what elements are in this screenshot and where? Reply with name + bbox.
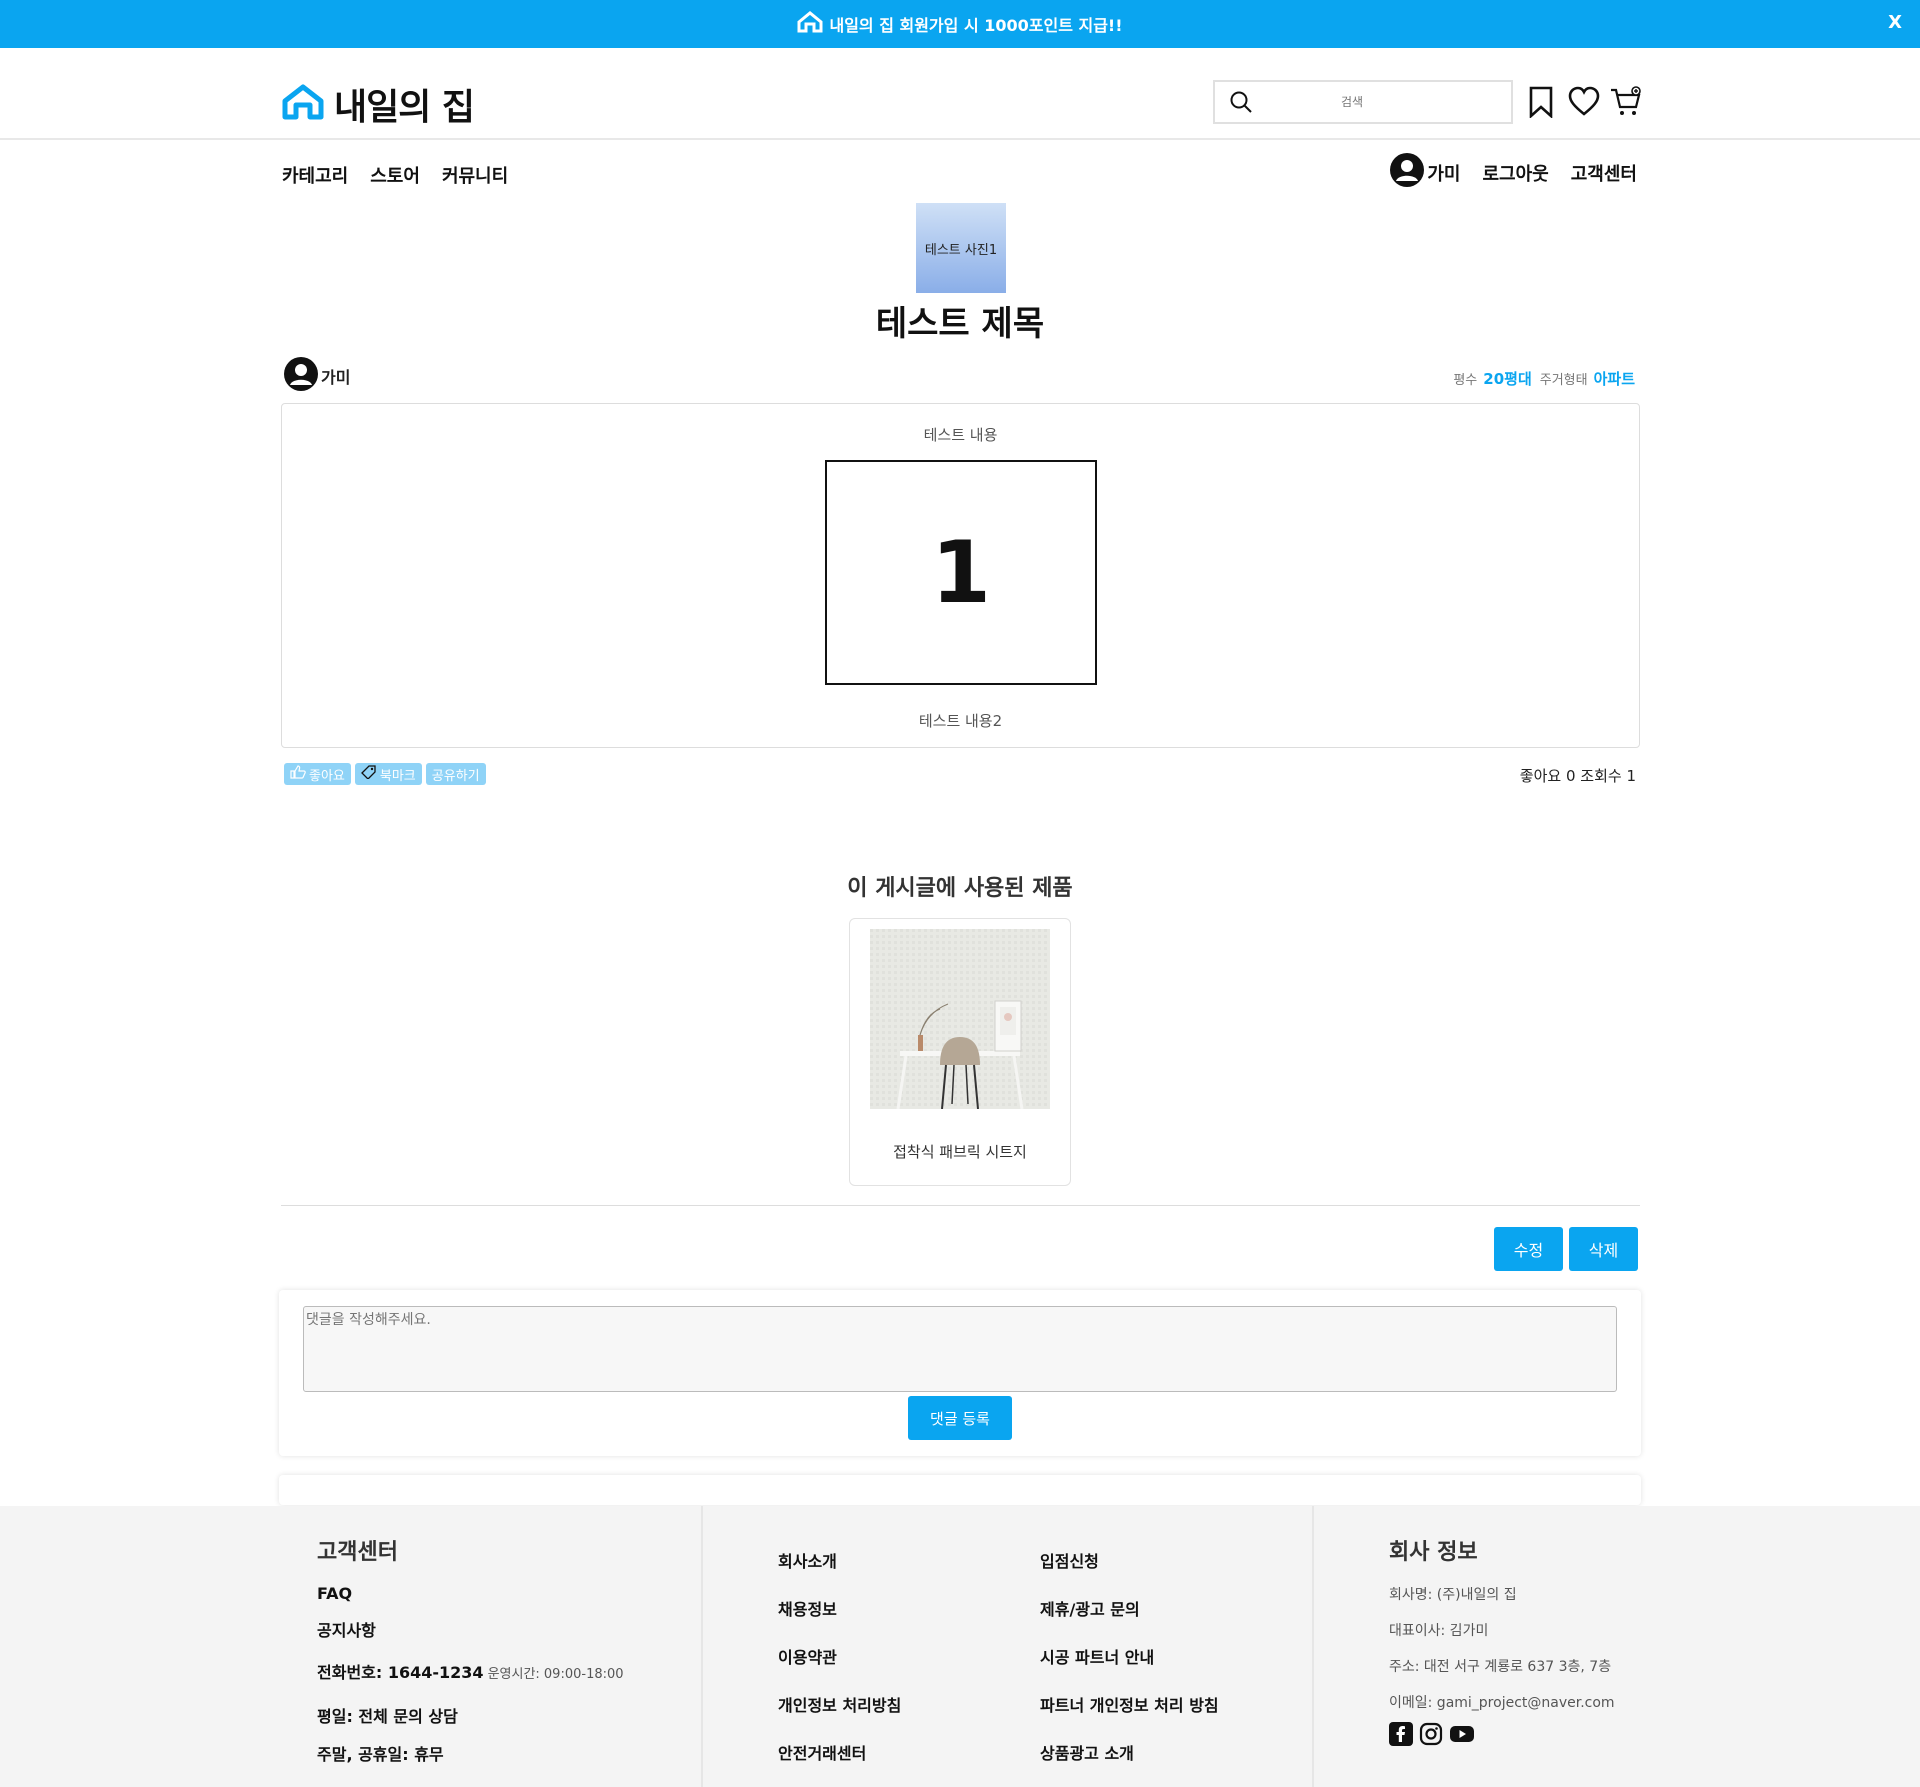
user-nav: 가미 로그아웃 고객센터 [1389,152,1637,193]
footer-phone-number: 전화번호: 1644-1234 [317,1663,484,1682]
footer-hours: 운영시간: 09:00-18:00 [487,1667,624,1682]
footer-link-ads[interactable]: 상품광고 소개 [1040,1740,1240,1764]
nav-category[interactable]: 카테고리 [282,162,348,188]
footer-company-info: 회사 정보 회사명: (주)내일의 집 대표이사: 김가미 주소: 대전 서구 … [1389,1534,1615,1746]
search-icon [1229,90,1253,114]
footer-support: 고객센터 FAQ 공지사항 전화번호: 1644-1234 운영시간: 09:00… [317,1534,624,1779]
post-content: 테스트 내용 1 테스트 내용2 [281,403,1640,748]
footer-weekend: 주말, 공휴일: 휴무 [317,1745,444,1764]
instagram-icon[interactable] [1419,1722,1443,1746]
search-input[interactable] [1253,82,1511,122]
product-card[interactable]: 접착식 패브릭 시트지 [849,918,1071,1186]
logo-text: 내일의 집 [334,87,475,128]
promo-banner-content: 내일의 집 회원가입 시 1000포인트 지급!! [797,11,1123,37]
facebook-icon[interactable] [1389,1722,1413,1746]
post-content-image-text: 1 [931,522,991,623]
post-cover-label: 테스트 사진1 [924,242,998,258]
bookmark-button[interactable]: 북마크 [354,763,422,785]
tag-icon [360,765,377,783]
site-footer: 고객센터 FAQ 공지사항 전화번호: 1644-1234 운영시간: 09:00… [0,1506,1920,1787]
footer-link-partnership[interactable]: 제휴/광고 문의 [1040,1596,1240,1620]
post-owner-buttons: 수정 삭제 [1494,1227,1638,1271]
share-label: 공유하기 [431,768,480,784]
footer-divider [701,1506,703,1787]
comment-form: 댓글 등록 [279,1290,1641,1456]
footer-email: 이메일: gami_project@naver.com [1389,1695,1615,1711]
cart-icon[interactable] [1610,86,1641,118]
youtube-icon[interactable] [1449,1722,1474,1746]
nav-support[interactable]: 고객센터 [1571,160,1637,186]
share-button[interactable]: 공유하기 [425,763,486,785]
nav-logout[interactable]: 로그아웃 [1483,160,1549,186]
housing-value: 아파트 [1593,370,1635,388]
footer-link-about[interactable]: 회사소개 [778,1548,1040,1572]
main-nav: 카테고리 스토어 커뮤니티 [282,162,508,188]
footer-phone: 전화번호: 1644-1234 운영시간: 09:00-18:00 [317,1659,624,1683]
search-bar[interactable] [1213,80,1513,124]
footer-link-safe-trade[interactable]: 안전거래센터 [778,1740,1040,1764]
footer-divider [1312,1506,1314,1787]
area-label: 평수 [1453,373,1478,388]
footer-link-partner-guide[interactable]: 시공 파트너 안내 [1040,1644,1240,1668]
footer-link-privacy[interactable]: 개인정보 처리방침 [778,1692,1040,1716]
footer-support-title: 고객센터 [317,1540,398,1565]
footer-weekday: 평일: 전체 문의 상담 [317,1707,458,1726]
author-avatar-icon [283,356,319,396]
house-icon [797,11,823,37]
nav-user-profile[interactable]: 가미 [1389,152,1461,193]
post-meta: 평수 20평대 주거형태 아파트 [1453,368,1637,389]
post-content-text: 테스트 내용 [923,426,998,444]
footer-links: 회사소개 입점신청 채용정보 제휴/광고 문의 이용약관 시공 파트너 안내 개… [778,1548,1240,1764]
like-label: 좋아요 [309,768,345,784]
footer-company-title: 회사 정보 [1389,1540,1478,1565]
edit-button[interactable]: 수정 [1494,1227,1563,1271]
post-title: 테스트 제목 [875,304,1045,344]
nav-user-name: 가미 [1427,163,1461,185]
housing-label: 주거형태 [1539,373,1588,388]
footer-company-name: 회사명: (주)내일의 집 [1389,1587,1517,1603]
site-header: 내일의 집 [0,48,1920,140]
nav-store[interactable]: 스토어 [370,162,420,188]
comment-list [279,1475,1641,1505]
banner-close-button[interactable]: X [1888,12,1902,33]
footer-link-vendor-apply[interactable]: 입점신청 [1040,1548,1240,1572]
post-stats: 좋아요 0 조회수 1 [1519,767,1636,785]
product-image [870,929,1050,1109]
footer-notice-link[interactable]: 공지사항 [317,1617,624,1641]
thumbs-up-icon [290,765,306,783]
footer-link-partner-privacy[interactable]: 파트너 개인정보 처리 방침 [1040,1692,1240,1716]
heart-icon[interactable] [1568,86,1600,118]
footer-address: 주소: 대전 서구 계룡로 637 3층, 7층 [1389,1659,1612,1675]
nav-community[interactable]: 커뮤니티 [442,162,508,188]
footer-faq-link[interactable]: FAQ [317,1584,624,1603]
products-section-title: 이 게시글에 사용된 제품 [847,876,1073,901]
product-name: 접착식 패브릭 시트지 [893,1143,1027,1161]
author-name: 가미 [321,368,351,387]
footer-ceo: 대표이사: 김가미 [1389,1623,1489,1639]
post-actions: 좋아요 북마크 공유하기 [284,763,486,785]
delete-button[interactable]: 삭제 [1569,1227,1638,1271]
bookmark-label: 북마크 [379,768,416,784]
post-content-image: 1 [825,460,1097,685]
logo-house-icon [282,84,324,124]
like-button[interactable]: 좋아요 [284,763,351,785]
promo-banner: 내일의 집 회원가입 시 1000포인트 지급!! X [0,0,1920,48]
post-content-text-2: 테스트 내용2 [918,712,1003,730]
site-logo[interactable]: 내일의 집 [282,78,475,130]
comment-input[interactable] [303,1306,1617,1392]
header-icons [1526,86,1641,119]
post-author[interactable]: 가미 [283,356,350,396]
comment-submit-button[interactable]: 댓글 등록 [908,1396,1012,1440]
section-divider [281,1205,1640,1206]
footer-link-terms[interactable]: 이용약관 [778,1644,1040,1668]
promo-banner-text: 내일의 집 회원가입 시 1000포인트 지급!! [829,16,1123,35]
footer-link-careers[interactable]: 채용정보 [778,1596,1040,1620]
footer-social [1389,1722,1615,1746]
user-avatar-icon [1389,152,1425,193]
bookmark-icon[interactable] [1526,86,1556,119]
post-cover-image: 테스트 사진1 [916,203,1006,293]
area-value: 20평대 [1483,370,1532,388]
